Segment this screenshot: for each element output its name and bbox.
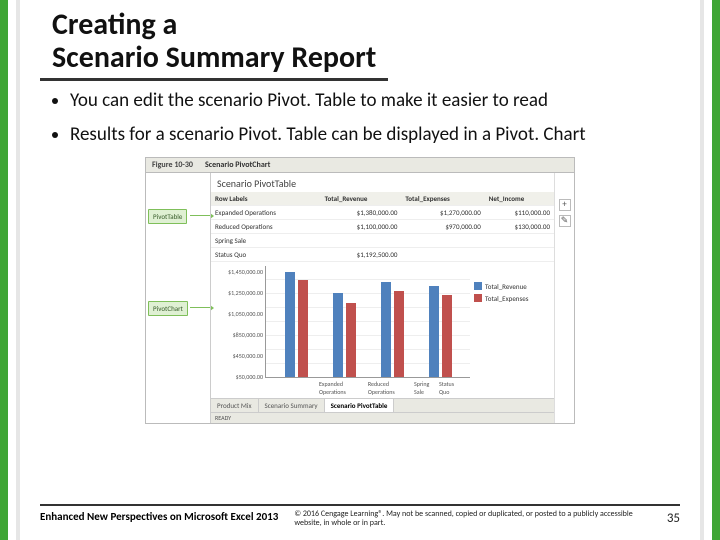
spreadsheet-panel: Scenario PivotTable Row Labels Total_Rev… bbox=[210, 173, 554, 423]
cell: $130,000.00 bbox=[485, 219, 554, 233]
chart-side-toolbar: + ✎ bbox=[554, 173, 574, 423]
bullet-item: Results for a scenario Pivot. Table can … bbox=[70, 123, 668, 147]
figure-wrap: Figure 10-30 Scenario PivotChart PivotTa… bbox=[34, 157, 686, 424]
bar-group bbox=[285, 272, 308, 377]
status-ready: READY bbox=[215, 414, 231, 422]
table-row[interactable]: Expanded Operations $1,380,000.00 $1,270… bbox=[211, 205, 554, 219]
swatch-icon bbox=[474, 282, 482, 290]
row-label: Spring Sale bbox=[211, 233, 321, 247]
x-tick: Status Quo bbox=[439, 380, 464, 396]
chart-legend: Total_Revenue Total_Expenses bbox=[470, 266, 548, 396]
legend-item: Total_Revenue bbox=[474, 282, 546, 291]
pivottable-title: Scenario PivotTable bbox=[211, 173, 554, 192]
y-axis: $1,450,000.00 $1,250,000.00 $1,050,000.0… bbox=[217, 266, 265, 396]
bar-group bbox=[333, 293, 356, 376]
slide-title: Creating a Scenario Summary Report bbox=[40, 2, 388, 81]
callout-pivottable: PivotTable bbox=[148, 209, 187, 224]
x-tick: Spring Sale bbox=[414, 380, 439, 396]
table-row[interactable]: Status Quo $1,192,500.00 bbox=[211, 247, 554, 261]
y-tick: $1,050,000.00 bbox=[228, 310, 263, 318]
cell: $1,100,000.00 bbox=[321, 219, 402, 233]
footer-left: Enhanced New Perspectives on Microsoft E… bbox=[40, 510, 278, 523]
x-tick: Reduced Operations bbox=[368, 380, 414, 396]
bar-groups bbox=[266, 266, 470, 377]
cell bbox=[401, 233, 484, 247]
table-row[interactable]: Reduced Operations $1,100,000.00 $970,00… bbox=[211, 219, 554, 233]
bar-exp[interactable] bbox=[442, 295, 452, 377]
y-tick: $50,000.00 bbox=[236, 373, 263, 381]
legend-label: Total_Expenses bbox=[485, 294, 528, 303]
cell: $1,192,500.00 bbox=[321, 247, 402, 261]
tab-product-mix[interactable]: Product Mix bbox=[211, 399, 259, 412]
cell: $970,000.00 bbox=[401, 219, 484, 233]
slide: Creating a Scenario Summary Report You c… bbox=[0, 0, 720, 540]
slide-footer: Enhanced New Perspectives on Microsoft E… bbox=[40, 504, 680, 528]
col-header[interactable]: Total_Expenses bbox=[401, 192, 484, 206]
status-bar: READY bbox=[211, 412, 554, 423]
cell: $1,270,000.00 bbox=[401, 205, 484, 219]
bar-group bbox=[381, 282, 404, 377]
y-tick: $1,250,000.00 bbox=[228, 289, 263, 297]
swatch-icon bbox=[474, 294, 482, 302]
brush-icon[interactable]: ✎ bbox=[559, 215, 571, 227]
col-header[interactable]: Net_Income bbox=[485, 192, 554, 206]
table-row[interactable]: Spring Sale bbox=[211, 233, 554, 247]
figure-body: PivotTable PivotChart Scenario PivotTabl… bbox=[146, 173, 574, 423]
x-tick: Expanded Operations bbox=[319, 380, 368, 396]
bullet-item: You can edit the scenario Pivot. Table t… bbox=[70, 89, 668, 113]
cell: $1,380,000.00 bbox=[321, 205, 402, 219]
bar-rev[interactable] bbox=[285, 272, 295, 377]
pivot-chart[interactable]: $1,450,000.00 $1,250,000.00 $1,050,000.0… bbox=[211, 262, 554, 398]
callout-column: PivotTable PivotChart bbox=[146, 173, 210, 423]
y-tick: $850,000.00 bbox=[233, 331, 263, 339]
cell bbox=[401, 247, 484, 261]
pivot-table: Row Labels Total_Revenue Total_Expenses … bbox=[211, 192, 554, 262]
col-header[interactable]: Row Labels bbox=[211, 192, 321, 206]
row-label: Status Quo bbox=[211, 247, 321, 261]
row-label: Reduced Operations bbox=[211, 219, 321, 233]
bar-rev[interactable] bbox=[381, 282, 391, 377]
arrow-icon bbox=[190, 215, 210, 216]
bullet-list: You can edit the scenario Pivot. Table t… bbox=[60, 89, 668, 147]
tab-scenario-pivottable[interactable]: Scenario PivotTable bbox=[325, 399, 395, 412]
plus-icon[interactable]: + bbox=[559, 199, 571, 211]
x-axis: Expanded Operations Reduced Operations S… bbox=[265, 378, 470, 396]
tab-scenario-summary[interactable]: Scenario Summary bbox=[259, 399, 325, 412]
table-header-row: Row Labels Total_Revenue Total_Expenses … bbox=[211, 192, 554, 206]
arrow-icon bbox=[190, 307, 210, 308]
bar-group bbox=[429, 286, 452, 376]
cell bbox=[485, 233, 554, 247]
y-tick: $450,000.00 bbox=[233, 352, 263, 360]
row-label: Expanded Operations bbox=[211, 205, 321, 219]
figure-badge: Figure 10-30 bbox=[146, 158, 199, 172]
footer-copyright: © 2016 Cengage Learning®. May not be sca… bbox=[294, 510, 650, 528]
plot-area bbox=[265, 266, 470, 378]
bar-exp[interactable] bbox=[298, 280, 308, 376]
bar-rev[interactable] bbox=[429, 286, 439, 376]
col-header[interactable]: Total_Revenue bbox=[321, 192, 402, 206]
cell bbox=[321, 233, 402, 247]
cell bbox=[485, 247, 554, 261]
figure-header: Figure 10-30 Scenario PivotChart bbox=[146, 158, 574, 173]
callout-pivotchart: PivotChart bbox=[148, 301, 188, 316]
bar-exp[interactable] bbox=[346, 303, 356, 377]
figure-caption: Scenario PivotChart bbox=[199, 158, 276, 172]
bar-exp[interactable] bbox=[394, 291, 404, 377]
content-area: Creating a Scenario Summary Report You c… bbox=[34, 0, 686, 540]
legend-item: Total_Expenses bbox=[474, 294, 546, 303]
legend-label: Total_Revenue bbox=[485, 282, 527, 291]
y-tick: $1,450,000.00 bbox=[228, 268, 263, 276]
page-number: 35 bbox=[667, 511, 680, 526]
bar-rev[interactable] bbox=[333, 293, 343, 376]
figure: Figure 10-30 Scenario PivotChart PivotTa… bbox=[145, 157, 575, 424]
sheet-tabs: Product Mix Scenario Summary Scenario Pi… bbox=[211, 398, 554, 412]
cell: $110,000.00 bbox=[485, 205, 554, 219]
